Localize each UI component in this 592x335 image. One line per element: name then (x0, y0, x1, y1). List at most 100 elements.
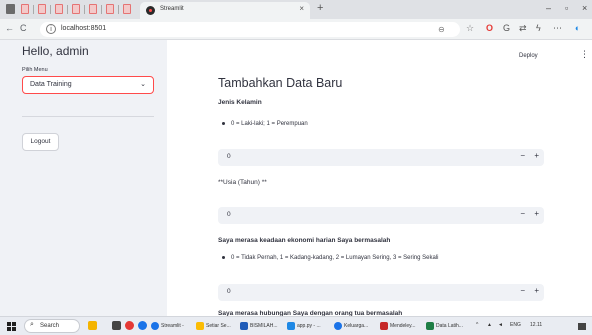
word-icon (240, 322, 248, 330)
parents-question-label: Saya merasa hubungan Saya dengan orang t… (218, 310, 403, 316)
notification-icon[interactable] (578, 323, 586, 330)
tab-separator (84, 5, 85, 14)
zoom-icon[interactable]: ⊖ (438, 25, 445, 34)
taskbar-app-label: BISMILAH... (250, 323, 278, 329)
tab-separator (101, 5, 102, 14)
taskbar-app-mendeley[interactable]: Mendeley... (380, 320, 420, 333)
tab-favicon-icon[interactable] (55, 4, 63, 14)
extension-opera-icon[interactable]: O (486, 23, 493, 33)
gender-number-input[interactable]: 0 − + (218, 149, 544, 166)
increment-icon[interactable]: + (534, 151, 539, 160)
active-browser-tab[interactable]: Streamlit × (140, 2, 310, 19)
economy-number-input[interactable]: 0 − + (218, 284, 544, 301)
gender-legend-item: 0 = Laki-laki; 1 = Perempuan (222, 121, 308, 127)
taskbar-app-bismilah[interactable]: BISMILAH... (240, 320, 280, 333)
browser-tab-strip: Streamlit × + – ▫ × (0, 0, 592, 19)
tray-network-icon[interactable]: ▲ (487, 322, 492, 328)
taskbar-search[interactable]: ⌕ Search (24, 319, 80, 333)
windows-start-icon[interactable] (7, 322, 17, 332)
excel-icon (426, 322, 434, 330)
logout-button[interactable]: Logout (22, 133, 59, 151)
decrement-icon[interactable]: − (520, 151, 525, 160)
gender-heading: Jenis Kelamin (218, 99, 262, 106)
tab-separator (33, 5, 34, 14)
taskbar-app-label: Mendeley... (390, 323, 416, 329)
search-icon: ⌕ (30, 321, 34, 328)
folder-icon (196, 322, 204, 330)
window-menu-icon[interactable] (6, 4, 15, 14)
tray-chevron-up-icon[interactable]: ^ (476, 322, 478, 328)
tab-favicon-icon[interactable] (89, 4, 97, 14)
reload-icon[interactable]: C (20, 23, 27, 33)
browser-toolbar: ← C i localhost:8501 ⊖ ☆ O G ⇄ ϟ ⋯ ◐ (0, 19, 592, 40)
extensions-icon[interactable]: ϟ (536, 23, 541, 33)
new-tab-icon[interactable]: + (317, 2, 323, 14)
tray-volume-icon[interactable]: ◄ (498, 322, 503, 328)
taskbar-app-vscode[interactable]: app.py - ... (287, 320, 327, 333)
taskbar-app-label: Data Latih... (436, 323, 463, 329)
tab-separator (67, 5, 68, 14)
bullet-icon (222, 255, 225, 259)
decrement-icon[interactable]: − (520, 286, 525, 295)
economy-input-value: 0 (227, 288, 231, 295)
chrome-icon (334, 322, 342, 330)
taskbar-app-streamlit[interactable]: Streamlit - ... (151, 320, 189, 333)
edge-app-icon[interactable] (138, 321, 147, 330)
sidebar-divider (22, 116, 154, 117)
gender-legend-text: 0 = Laki-laki; 1 = Perempuan (231, 121, 308, 127)
taskbar-clock[interactable]: 12.11 (530, 322, 542, 328)
back-icon[interactable]: ← (5, 23, 14, 33)
deploy-button[interactable]: Deploy (519, 53, 538, 59)
taskbar-search-label: Search (40, 323, 60, 329)
minimize-icon[interactable]: – (546, 3, 551, 13)
bullet-icon (222, 121, 225, 125)
sidebar-greeting: Hello, admin (22, 44, 89, 58)
taskbar-app-excel[interactable]: Data Latih... (426, 320, 466, 333)
taskbar-app-label: Setiar Se... (206, 323, 231, 329)
chevron-down-icon[interactable]: ⌄ (140, 80, 146, 88)
language-indicator[interactable]: ENG (510, 322, 521, 328)
tab-favicon-icon[interactable] (38, 4, 46, 14)
gender-input-value: 0 (227, 153, 231, 160)
tab-separator (50, 5, 51, 14)
menu-select-value: Data Training (30, 81, 72, 88)
menu-select[interactable]: Data Training ⌄ (22, 76, 154, 94)
tab-favicon-icon[interactable] (21, 4, 29, 14)
age-input-value: 0 (227, 211, 231, 218)
vscode-icon (287, 322, 295, 330)
browser-menu-icon[interactable]: ⋯ (553, 23, 562, 34)
age-number-input[interactable]: 0 − + (218, 207, 544, 224)
taskbar-app-setiar[interactable]: Setiar Se... (196, 320, 234, 333)
site-info-icon[interactable]: i (46, 24, 56, 34)
chrome-icon (151, 322, 159, 330)
task-view-icon[interactable] (112, 321, 121, 330)
page-title: Tambahkan Data Baru (218, 76, 343, 90)
tab-search-icon[interactable]: ⇄ (519, 23, 527, 34)
tab-favicon-icon[interactable] (72, 4, 80, 14)
close-window-icon[interactable]: × (582, 3, 587, 13)
opera-app-icon[interactable] (125, 321, 134, 330)
main-menu-icon[interactable]: ⋮ (580, 49, 589, 60)
mendeley-icon (380, 322, 388, 330)
taskbar-app-label: Keluarga... (344, 323, 369, 329)
tab-favicon-icon[interactable] (123, 4, 131, 14)
copilot-icon[interactable]: ◐ (575, 23, 580, 33)
taskbar-app-keluarga[interactable]: Keluarga... (334, 320, 374, 333)
close-tab-icon[interactable]: × (299, 4, 304, 13)
extension-g-icon[interactable]: G (503, 23, 510, 33)
maximize-icon[interactable]: ▫ (565, 3, 568, 13)
increment-icon[interactable]: + (534, 286, 539, 295)
scale-legend-text: 0 = Tidak Pernah, 1 = Kadang-kadang, 2 =… (231, 255, 439, 261)
widgets-icon[interactable] (88, 321, 97, 330)
scale-legend-item: 0 = Tidak Pernah, 1 = Kadang-kadang, 2 =… (222, 255, 438, 261)
url-text: localhost:8501 (61, 25, 107, 32)
economy-question-label: Saya merasa keadaan ekonomi harian Saya … (218, 237, 391, 244)
decrement-icon[interactable]: − (520, 209, 525, 218)
bookmark-star-icon[interactable]: ☆ (466, 23, 474, 34)
address-bar[interactable]: i localhost:8501 ⊖ (40, 22, 460, 37)
increment-icon[interactable]: + (534, 209, 539, 218)
tab-separator (118, 5, 119, 14)
menu-select-label: Pilih Menu (22, 67, 48, 73)
windows-taskbar: ⌕ Search Streamlit - ... Setiar Se... BI… (0, 316, 592, 335)
tab-favicon-icon[interactable] (106, 4, 114, 14)
